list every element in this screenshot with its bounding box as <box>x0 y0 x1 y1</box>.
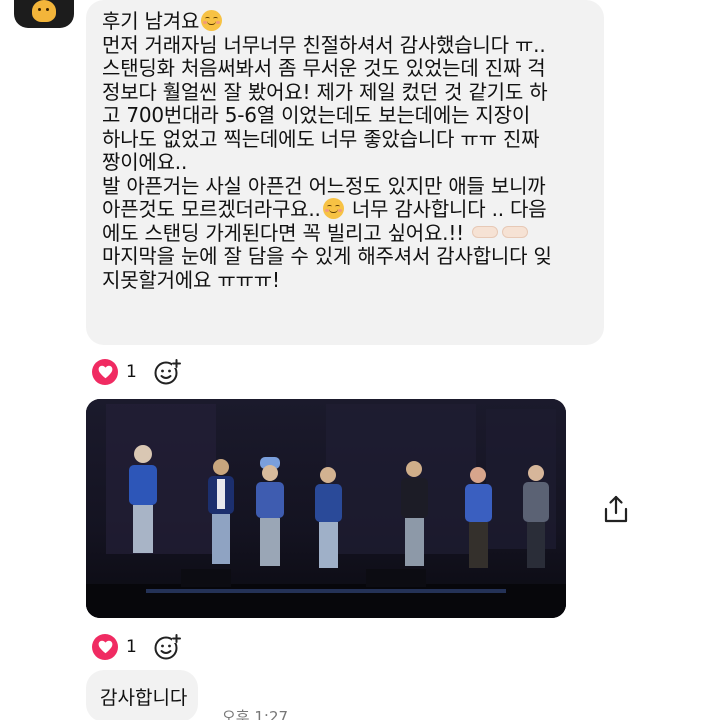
reaction-count: 1 <box>126 362 137 382</box>
smiling-face-emoji-icon <box>322 198 344 219</box>
message-line: 고 700번대라 5-6열 이었는데도 보는데에는 지장이 <box>102 103 531 127</box>
heart-icon <box>98 365 112 379</box>
message-line: 스탠딩화 처음써봐서 좀 무서운 것도 있었는데 진짜 걱 <box>102 56 546 80</box>
message-line: 정보다 훨얼씬 잘 봤어요! 제가 제일 컸던 것 같기도 하 <box>102 79 548 104</box>
message-line: 에도 스탠딩 가게된다면 꼭 빌리고 싶어요.!! <box>102 221 590 246</box>
message-line: 발 아픈거는 사실 아픈건 어느정도 있지만 애들 보니까 <box>102 173 546 198</box>
review-message-bubble[interactable]: 후기 남겨요 먼저 거래자님 너무너무 친절하셔서 감사했습니다 ㅠ.. 스탠딩… <box>86 0 604 345</box>
message-line: 짱이에요.. <box>102 150 188 174</box>
pointing-hand-icon <box>472 225 499 238</box>
reply-text: 감사합니다 <box>100 687 188 709</box>
heart-reaction-button[interactable] <box>92 634 118 660</box>
heart-icon <box>98 640 112 654</box>
reaction-row: 1 <box>92 633 181 661</box>
reply-message-bubble[interactable]: 감사합니다 <box>86 670 198 720</box>
share-icon[interactable] <box>602 494 630 524</box>
message-line: 지못할거에요 ㅠㅠㅠ! <box>102 267 280 292</box>
reaction-row: 1 <box>92 358 181 386</box>
reaction-count: 1 <box>126 637 137 657</box>
add-emoji-icon[interactable] <box>153 633 181 661</box>
message-line: 하나도 없었고 찍는데에도 너무 좋았습니다 ㅠㅠ 진짜 <box>102 126 540 151</box>
concert-stage-image <box>86 399 566 618</box>
message-line: 마지막을 눈에 잘 담을 수 있게 해주셔서 감사합니다 잊 <box>102 244 552 268</box>
concert-photo[interactable] <box>86 399 566 618</box>
smiling-face-emoji-icon <box>201 10 223 31</box>
heart-reaction-button[interactable] <box>92 359 118 385</box>
user-avatar[interactable] <box>14 0 74 28</box>
add-emoji-icon[interactable] <box>153 358 181 386</box>
pointing-hand-icon <box>502 225 529 238</box>
message-line: 아픈것도 모르겠더라구요.. 너무 감사합니다 .. 다음 <box>102 197 547 221</box>
message-line: 먼저 거래자님 너무너무 친절하셔서 감사했습니다 ㅠ.. <box>102 32 546 57</box>
message-timestamp: 오후 1:27 <box>222 708 289 720</box>
avatar-character-icon <box>32 0 56 22</box>
message-line: 후기 남겨요 <box>102 9 590 34</box>
